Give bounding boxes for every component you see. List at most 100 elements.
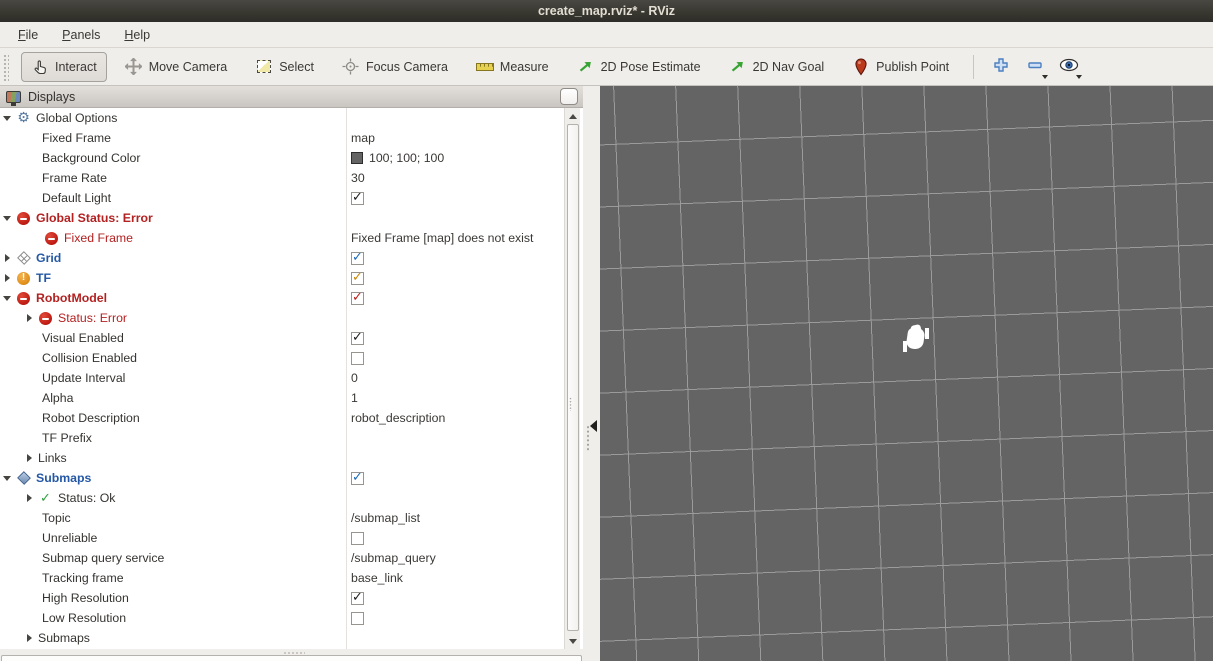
menu-file[interactable]: File: [8, 25, 48, 45]
tree-row[interactable]: Submap query service/submap_query: [0, 548, 563, 568]
tree-row[interactable]: Tracking framebase_link: [0, 568, 563, 588]
expand-arrow-icon[interactable]: [24, 453, 38, 463]
property-value-cell[interactable]: [346, 188, 563, 208]
property-value-cell[interactable]: 30: [346, 168, 563, 188]
property-value-cell[interactable]: map: [346, 128, 563, 148]
property-value-cell[interactable]: /submap_list: [346, 508, 563, 528]
property-value-cell[interactable]: robot_description: [346, 408, 563, 428]
property-value-cell[interactable]: 1: [346, 388, 563, 408]
tree-row[interactable]: Submaps: [0, 628, 563, 648]
property-value-cell[interactable]: 100; 100; 100: [346, 148, 563, 168]
tree-row[interactable]: Collision Enabled: [0, 348, 563, 368]
property-value-cell[interactable]: [346, 348, 563, 368]
property-value-cell[interactable]: Fixed Frame [map] does not exist: [346, 228, 563, 248]
checkbox[interactable]: [351, 192, 364, 205]
property-value-cell[interactable]: [346, 248, 563, 268]
collapse-panel-arrow-icon[interactable]: [590, 420, 597, 432]
submaps-display-icon: [16, 471, 31, 486]
property-value-cell[interactable]: [346, 608, 563, 628]
property-value-cell[interactable]: [346, 328, 563, 348]
property-value-cell[interactable]: [346, 268, 563, 288]
property-value-cell[interactable]: [346, 588, 563, 608]
tree-row[interactable]: Fixed Framemap: [0, 128, 563, 148]
tree-row[interactable]: Status: Error: [0, 308, 563, 328]
add-tool-button[interactable]: [988, 53, 1014, 81]
tree-row[interactable]: Global Status: Error: [0, 208, 563, 228]
checkbox[interactable]: [351, 592, 364, 605]
tree-row[interactable]: Update Interval0: [0, 368, 563, 388]
checkbox[interactable]: [351, 612, 364, 625]
tree-row[interactable]: TF Prefix: [0, 428, 563, 448]
expand-arrow-icon[interactable]: [24, 493, 38, 503]
tool-visibility-button[interactable]: [1056, 53, 1082, 81]
property-label: Background Color: [42, 151, 140, 165]
property-value-cell[interactable]: [346, 528, 563, 548]
collapse-arrow-icon[interactable]: [2, 293, 16, 303]
displays-panel-header[interactable]: Displays: [0, 86, 583, 108]
tool-measure[interactable]: Measure: [466, 52, 559, 82]
scroll-down-button[interactable]: [566, 634, 579, 648]
tree-row[interactable]: Topic/submap_list: [0, 508, 563, 528]
scroll-up-button[interactable]: [566, 109, 579, 123]
tool-2d-pose-estimate[interactable]: 2D Pose Estimate: [567, 52, 711, 82]
vertical-scrollbar[interactable]: [564, 108, 580, 649]
menu-help[interactable]: Help: [114, 25, 160, 45]
tool-2d-nav-goal[interactable]: 2D Nav Goal: [719, 52, 835, 82]
checkbox[interactable]: [351, 532, 364, 545]
property-value-cell[interactable]: base_link: [346, 568, 563, 588]
tree-row[interactable]: Links: [0, 448, 563, 468]
property-value-cell[interactable]: [346, 468, 563, 488]
tool-select[interactable]: Select: [245, 52, 324, 82]
property-value-cell[interactable]: 0: [346, 368, 563, 388]
remove-tool-button[interactable]: [1022, 53, 1048, 81]
panel-float-button[interactable]: [560, 88, 578, 105]
tool-interact[interactable]: Interact: [21, 52, 107, 82]
scrollbar-thumb[interactable]: [567, 124, 579, 631]
tree-row[interactable]: Grid: [0, 248, 563, 268]
expand-arrow-icon[interactable]: [2, 273, 16, 283]
property-label: Status: Error: [58, 311, 127, 325]
checkbox[interactable]: [351, 292, 364, 305]
checkbox[interactable]: [351, 272, 364, 285]
tree-row[interactable]: Submaps: [0, 468, 563, 488]
3d-viewport[interactable]: [600, 86, 1213, 661]
expand-arrow-icon[interactable]: [24, 313, 38, 323]
tree-row[interactable]: Status: Ok: [0, 488, 563, 508]
tree-row[interactable]: Default Light: [0, 188, 563, 208]
collapse-arrow-icon[interactable]: [2, 213, 16, 223]
tree-row[interactable]: Frame Rate30: [0, 168, 563, 188]
tree-row[interactable]: Visual Enabled: [0, 328, 563, 348]
collapse-arrow-icon[interactable]: [2, 113, 16, 123]
tree-row[interactable]: Fixed FrameFixed Frame [map] does not ex…: [0, 228, 563, 248]
tool-focus-camera[interactable]: Focus Camera: [332, 52, 458, 82]
tree-row[interactable]: Unreliable: [0, 528, 563, 548]
tool-publish-point[interactable]: Publish Point: [842, 52, 959, 82]
tool-move-camera[interactable]: Move Camera: [115, 52, 238, 82]
expand-arrow-icon[interactable]: [2, 253, 16, 263]
tree-row[interactable]: RobotModel: [0, 288, 563, 308]
checkbox[interactable]: [351, 352, 364, 365]
title-bar[interactable]: create_map.rviz* - RViz: [0, 0, 1213, 22]
horizontal-splitter[interactable]: [0, 649, 583, 655]
checkbox[interactable]: [351, 332, 364, 345]
collapse-arrow-icon[interactable]: [2, 473, 16, 483]
tree-row[interactable]: High Resolution: [0, 588, 563, 608]
property-value-cell[interactable]: /submap_query: [346, 548, 563, 568]
property-label: Grid: [36, 251, 61, 265]
color-swatch[interactable]: [351, 152, 363, 164]
tree-row[interactable]: Background Color 100; 100; 100: [0, 148, 563, 168]
expand-arrow-icon[interactable]: [24, 633, 38, 643]
tree-row[interactable]: TF: [0, 268, 563, 288]
vertical-splitter[interactable]: [583, 86, 600, 661]
property-value-cell[interactable]: [346, 288, 563, 308]
menu-panels[interactable]: Panels: [52, 25, 110, 45]
toolbar-drag-handle[interactable]: [2, 53, 9, 81]
tree-row[interactable]: Global Options: [0, 108, 563, 128]
tool-label: Publish Point: [876, 60, 949, 74]
tree-row[interactable]: Low Resolution: [0, 608, 563, 628]
tree-row[interactable]: Alpha1: [0, 388, 563, 408]
robot-model-marker[interactable]: [903, 326, 933, 356]
tree-row[interactable]: Robot Descriptionrobot_description: [0, 408, 563, 428]
checkbox[interactable]: [351, 472, 364, 485]
checkbox[interactable]: [351, 252, 364, 265]
